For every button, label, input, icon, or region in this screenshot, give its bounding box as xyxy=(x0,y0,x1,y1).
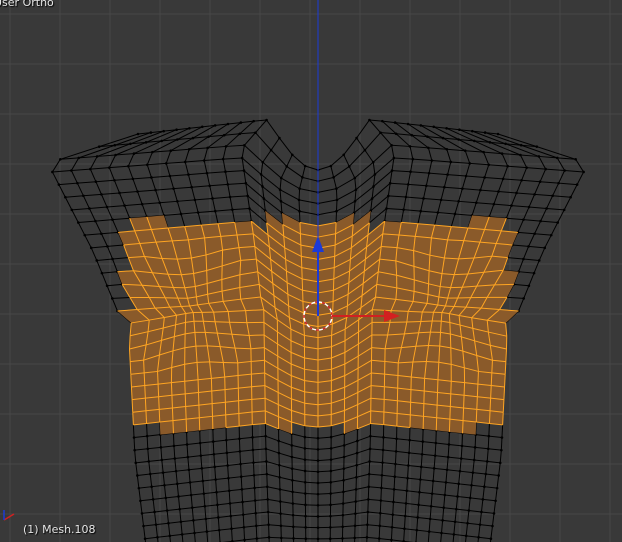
view-mode-label: User Ortho xyxy=(0,0,54,9)
mesh-wireframe-canvas[interactable] xyxy=(0,0,622,542)
active-object-label: (1) Mesh.108 xyxy=(23,523,96,536)
axis-widget-icon xyxy=(3,510,15,521)
3d-viewport[interactable]: User Ortho (1) Mesh.108 xyxy=(0,0,622,542)
